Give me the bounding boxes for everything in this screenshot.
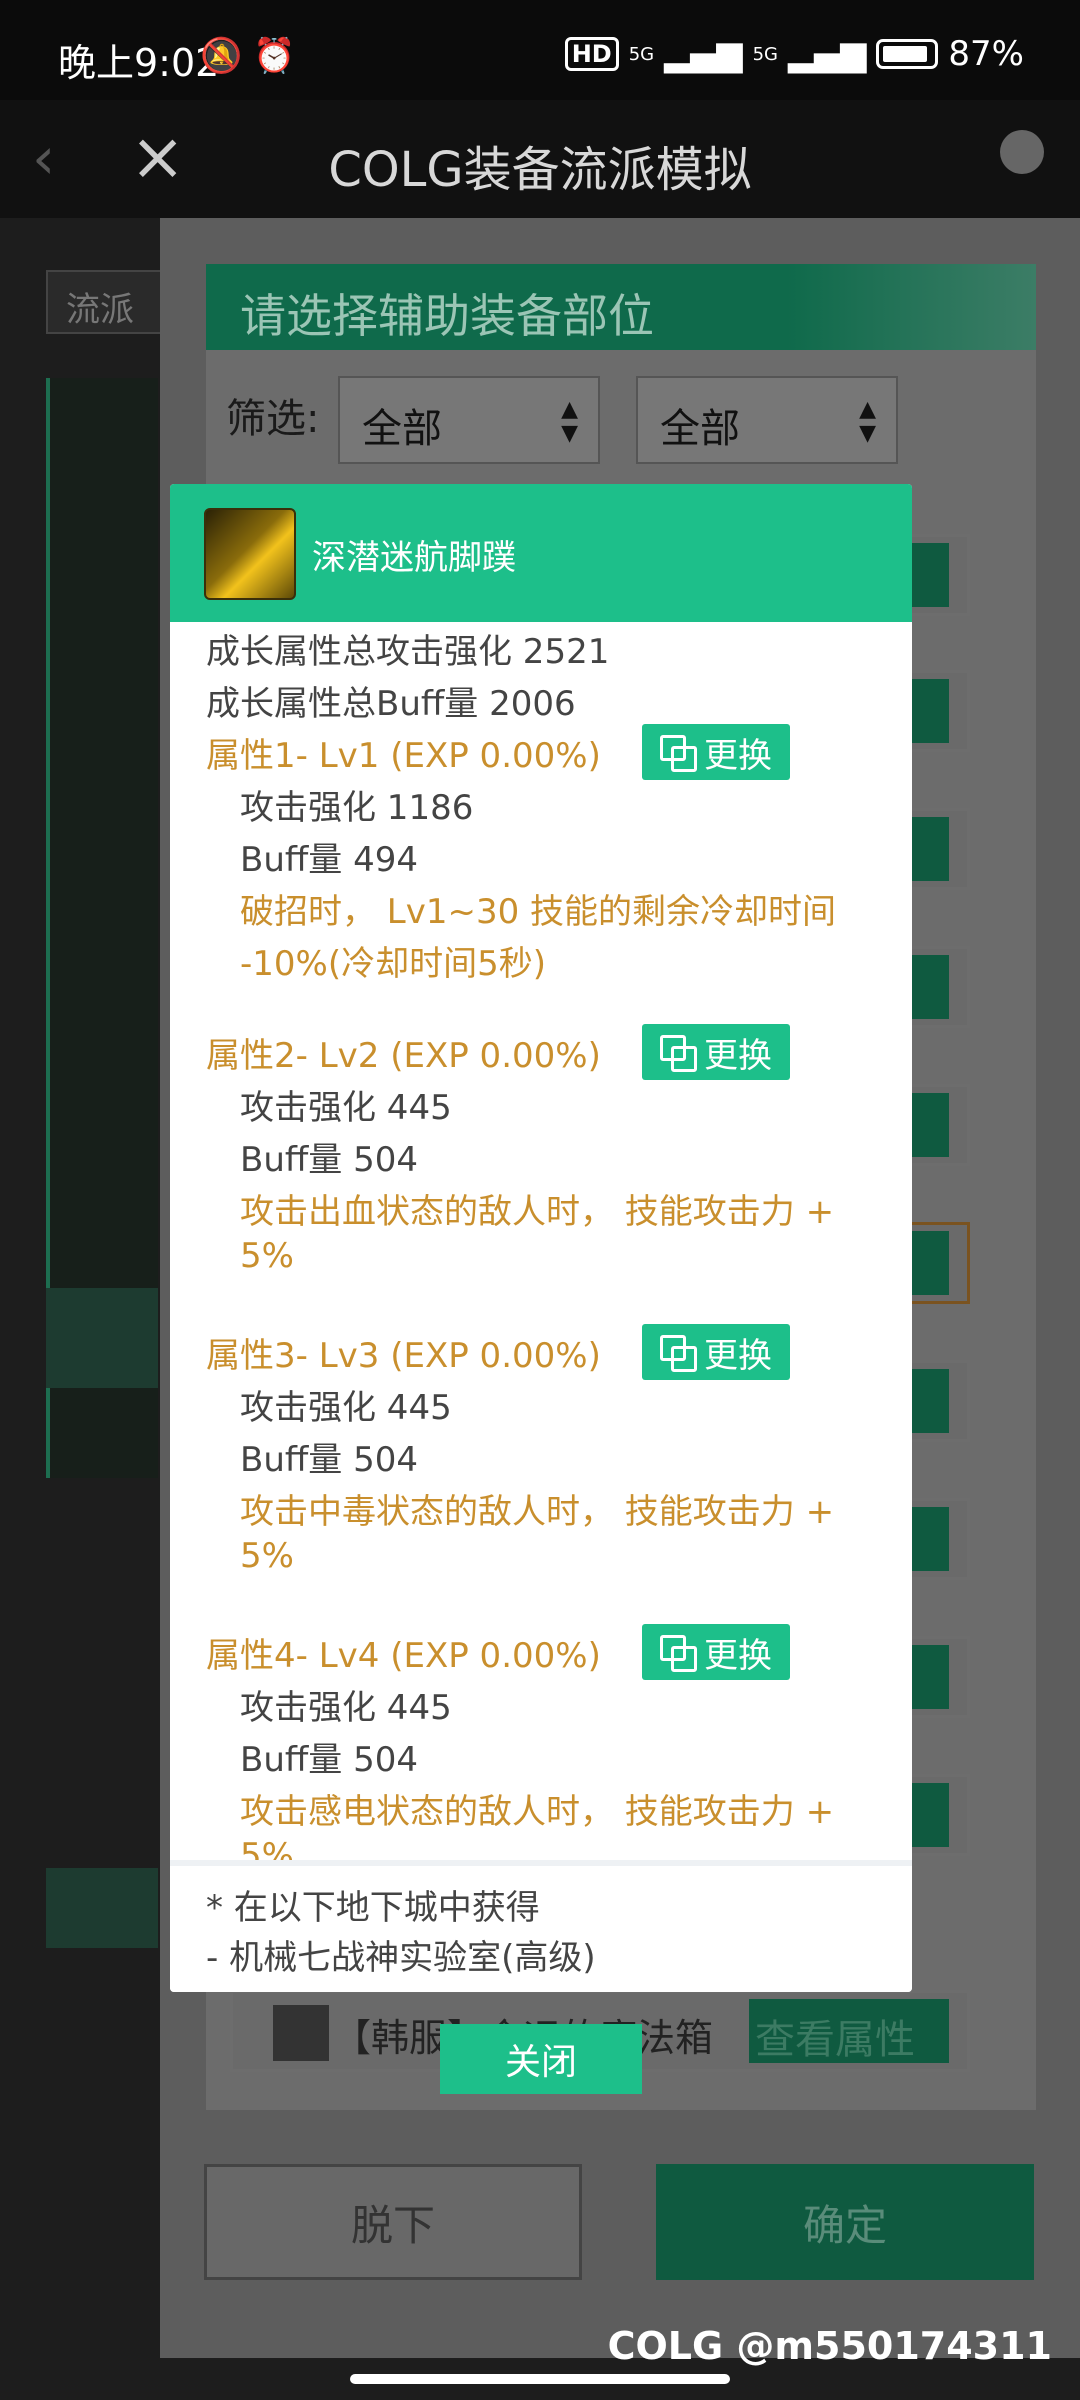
item-name: 深潜迷航脚蹼 [312,538,516,578]
select-arrows-icon: ▲ ▼ [561,397,578,446]
watermark: COLG @m550174311 [607,2324,1052,2368]
sheet-title: 请选择辅助装备部位 [240,289,654,343]
signal-bars-icon-2: ▂▄▆ [787,34,867,74]
filter-select-2[interactable]: 全部 ▲ ▼ [636,376,898,464]
attribute-effect-cont: 5% [240,1236,294,1276]
swap-icon [660,1635,697,1672]
attribute-attack: 攻击强化 1186 [240,788,474,828]
signal-icon-2: 5G [752,43,778,65]
replace-label: 更换 [704,735,772,776]
modal-footer: * 在以下地下城中获得 - 机械七战神实验室(高级) [170,1866,912,1992]
attribute-attack: 攻击强化 445 [240,1388,452,1428]
attribute-buff: Buff量 494 [240,840,419,880]
attribute-effect: 攻击出血状态的敌人时， 技能攻击力 + [240,1192,835,1232]
attribute-title: 属性2- Lv2 (EXP 0.00%) [206,1036,601,1076]
signal-icon: 5G [628,43,655,65]
attribute-effect: 攻击中毒状态的敌人时， 技能攻击力 + [240,1492,835,1532]
attribute-buff: Buff量 504 [240,1440,419,1480]
select-arrows-icon: ▲ ▼ [859,397,876,446]
total-buff: 成长属性总Buff量 2006 [206,684,576,724]
attribute-effect: 攻击感电状态的敌人时， 技能攻击力 + [240,1792,835,1832]
filter-select-1[interactable]: 全部 ▲ ▼ [338,376,600,464]
source-note: * 在以下地下城中获得 [206,1888,540,1928]
filter-select-2-value: 全部 [660,406,740,452]
replace-label: 更换 [704,1035,772,1076]
status-bar: 晚上9:02 🔕 ⏰ HD 5G ▂▄▆ 5G ▂▄▆ 87% [0,0,1080,100]
modal-body: 成长属性总攻击强化 2521 成长属性总Buff量 2006 属性1- Lv1 … [170,622,912,1992]
filter-label: 筛选: [226,396,320,442]
replace-button[interactable]: 更换 [642,1024,790,1080]
attribute-attack: 攻击强化 445 [240,1088,452,1128]
attribute-buff: Buff量 504 [240,1140,419,1180]
attribute-title: 属性4- Lv4 (EXP 0.00%) [206,1636,601,1676]
item-icon [273,2005,329,2061]
attribute-attack: 攻击强化 445 [240,1688,452,1728]
battery-icon [876,39,939,69]
sheet-header: 请选择辅助装备部位 [206,264,1036,350]
flipper-item-icon [204,508,296,600]
source-dungeon: - 机械七战神实验室(高级) [206,1938,596,1978]
battery-level: 87% [948,34,1024,74]
page-title: COLG装备流派模拟 [328,142,752,198]
left-section-header-2 [46,1868,158,1948]
signal-bars-icon: ▂▄▆ [664,34,743,74]
filter-select-1-value: 全部 [362,406,442,452]
remove-button[interactable]: 脱下 [204,2164,582,2280]
modal-header: 深潜迷航脚蹼 [170,484,912,622]
replace-button[interactable]: 更换 [642,1324,790,1380]
status-right: HD 5G ▂▄▆ 5G ▂▄▆ 87% [564,34,1024,74]
total-attack: 成长属性总攻击强化 2521 [206,632,610,672]
view-button-label: 查看属性 [755,2017,915,2063]
hd-icon: HD [564,37,619,71]
replace-label: 更换 [704,1635,772,1676]
swap-icon [660,1035,697,1072]
status-time: 晚上9:02 [58,41,220,85]
attribute-buff: Buff量 504 [240,1740,419,1780]
home-indicator[interactable] [350,2374,730,2384]
attribute-title: 属性1- Lv1 (EXP 0.00%) [206,736,601,776]
confirm-button[interactable]: 确定 [656,2164,1034,2280]
attribute-effect-cont: -10%(冷却时间5秒) [240,944,546,984]
replace-button[interactable]: 更换 [642,1624,790,1680]
attribute-effect: 破招时， Lv1~30 技能的剩余冷却时间 [240,892,837,932]
attribute-effect-cont: 5% [240,1536,294,1576]
mute-alarm-icons: 🔕 ⏰ [200,36,296,76]
title-bar: ‹ × COLG装备流派模拟 [0,100,1080,218]
globe-icon[interactable] [1000,130,1044,174]
swap-icon [660,1335,697,1372]
swap-icon [660,735,697,772]
attribute-title: 属性3- Lv3 (EXP 0.00%) [206,1336,601,1376]
replace-label: 更换 [704,1335,772,1376]
replace-button[interactable]: 更换 [642,724,790,780]
close-button[interactable]: 关闭 [440,2024,642,2094]
item-detail-modal: 深潜迷航脚蹼 成长属性总攻击强化 2521 成长属性总Buff量 2006 属性… [170,484,912,1992]
left-section-header [46,1288,158,1388]
